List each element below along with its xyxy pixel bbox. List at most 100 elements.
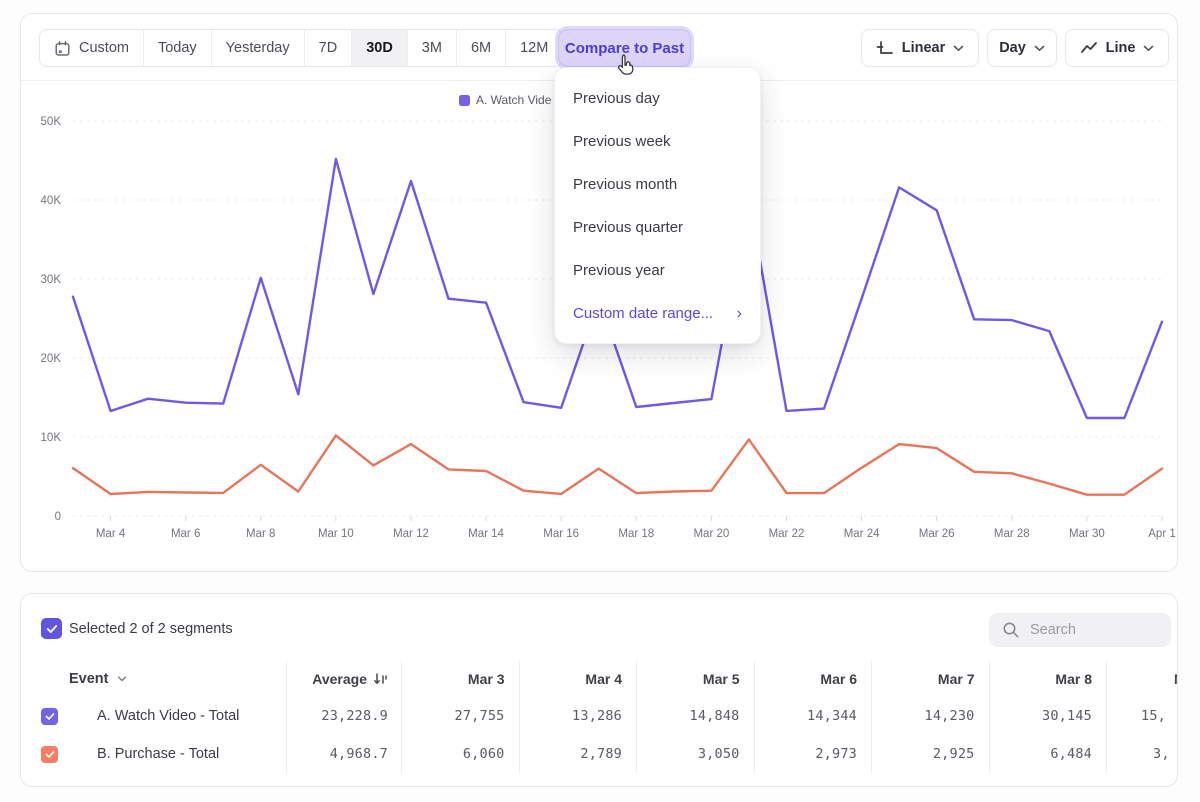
range-button-12m[interactable]: 12M: [505, 30, 562, 66]
search-icon: [1002, 621, 1020, 639]
x-axis-tick-label: Mar 4: [96, 528, 126, 540]
value-cell: 14,230: [871, 697, 989, 735]
x-axis-tick-label: Mar 22: [769, 528, 805, 540]
x-axis-tick-label: Mar 26: [919, 528, 955, 540]
menu-item-previous-day[interactable]: Previous day: [555, 77, 760, 120]
segment-checkbox[interactable]: [41, 708, 58, 725]
segments-search: [989, 613, 1171, 647]
x-axis-tick-label: Mar 10: [318, 528, 354, 540]
segments-card: Selected 2 of 2 segments Event Average M…: [20, 593, 1178, 787]
range-button-30d[interactable]: 30D: [351, 30, 407, 66]
range-button-7d[interactable]: 7D: [304, 30, 352, 66]
table-row: A. Watch Video - Total 23,228.927,75513,2…: [21, 697, 1178, 735]
cursor-pointer-icon: [613, 52, 639, 80]
menu-item-previous-month[interactable]: Previous month: [555, 163, 760, 206]
date-column-header: Mar 8: [989, 661, 1107, 697]
series-line-b: [73, 435, 1162, 494]
x-axis-tick-label: Mar 14: [468, 528, 504, 540]
x-axis-tick-label: Mar 16: [543, 528, 579, 540]
event-cell: A. Watch Video - Total: [21, 708, 286, 724]
y-axis-tick-label: 20K: [41, 353, 62, 365]
x-axis-tick-label: Mar 6: [171, 528, 200, 540]
average-column-header[interactable]: Average: [286, 661, 401, 697]
chevron-down-icon: [1034, 45, 1045, 52]
x-axis-tick-label: Mar 30: [1069, 528, 1105, 540]
event-cell: B. Purchase - Total: [21, 746, 286, 762]
segment-checkbox[interactable]: [41, 746, 58, 763]
value-cell: 6,484: [989, 735, 1107, 773]
chevron-right-icon: ›: [737, 305, 742, 323]
chevron-down-icon: [1143, 45, 1154, 52]
chart-type-dropdown-button[interactable]: Line: [1065, 29, 1169, 67]
value-cell: 6,060: [401, 735, 519, 773]
range-button-today[interactable]: Today: [143, 30, 211, 66]
menu-item-previous-week[interactable]: Previous week: [555, 120, 760, 163]
range-button-6m[interactable]: 6M: [456, 30, 505, 66]
clipped-column-header: M: [1106, 661, 1178, 697]
table-row: B. Purchase - Total 4,968.76,0602,7893,05…: [21, 735, 1178, 773]
chevron-down-icon: [117, 676, 127, 682]
date-column-header: Mar 7: [871, 661, 989, 697]
chevron-down-icon: [953, 45, 964, 52]
date-column-header: Mar 3: [401, 661, 519, 697]
x-axis-tick-label: Mar 20: [693, 528, 729, 540]
date-column-header: Mar 5: [636, 661, 754, 697]
compare-to-past-menu: Previous dayPrevious weekPrevious monthP…: [554, 67, 761, 344]
x-axis-tick-label: Mar 24: [844, 528, 880, 540]
granularity-dropdown-button[interactable]: Day: [987, 29, 1057, 67]
selected-segments-text: Selected 2 of 2 segments: [69, 621, 233, 637]
scale-label: Linear: [902, 40, 946, 56]
chart-card: CustomTodayYesterday7D30D3M6M12M Compare…: [20, 13, 1178, 572]
x-axis-tick-label: Mar 18: [618, 528, 654, 540]
average-cell: 23,228.9: [286, 697, 401, 735]
x-axis-tick-label: Apr 1: [1148, 528, 1176, 540]
range-button-3m[interactable]: 3M: [407, 30, 456, 66]
menu-item-previous-year[interactable]: Previous year: [555, 249, 760, 292]
value-cell: 30,145: [989, 697, 1107, 735]
x-axis-tick-label: Mar 8: [246, 528, 275, 540]
value-cell: 13,286: [519, 697, 637, 735]
scale-dropdown-button[interactable]: Linear: [861, 29, 979, 67]
line-chart-icon: [1080, 39, 1098, 57]
value-cell: 2,973: [754, 735, 872, 773]
value-cell: 27,755: [401, 697, 519, 735]
value-cell: 3,050: [636, 735, 754, 773]
sort-descending-icon: [373, 672, 388, 686]
menu-item-previous-quarter[interactable]: Previous quarter: [555, 206, 760, 249]
select-all-checkbox[interactable]: [41, 618, 62, 639]
segment-label: A. Watch Video - Total: [97, 708, 239, 724]
date-range-control: CustomTodayYesterday7D30D3M6M12M: [39, 29, 563, 67]
y-axis-tick-label: 50K: [41, 116, 62, 128]
chart-legend[interactable]: A. Watch Vide: [459, 93, 551, 107]
check-icon: [45, 750, 55, 759]
segment-label: B. Purchase - Total: [97, 746, 219, 762]
y-axis-tick-label: 30K: [41, 274, 62, 286]
y-axis-tick-label: 40K: [41, 195, 62, 207]
clipped-value-cell: 15,: [1106, 697, 1178, 735]
check-icon: [46, 624, 58, 634]
value-cell: 2,925: [871, 735, 989, 773]
calendar-icon: [54, 40, 71, 57]
granularity-label: Day: [999, 40, 1026, 56]
table-header-row: Event Average Mar 3Mar 4Mar 5Mar 6Mar 7M…: [21, 661, 1178, 697]
x-axis-tick-label: Mar 28: [994, 528, 1030, 540]
check-icon: [45, 712, 55, 721]
date-column-header: Mar 4: [519, 661, 637, 697]
y-axis-tick-label: 10K: [41, 432, 62, 444]
legend-swatch-watch-video: [459, 95, 470, 106]
linear-axis-icon: [876, 39, 894, 57]
chart-type-label: Line: [1106, 40, 1136, 56]
value-cell: 14,344: [754, 697, 872, 735]
range-button-yesterday[interactable]: Yesterday: [211, 30, 304, 66]
clipped-value-cell: 3,: [1106, 735, 1178, 773]
value-cell: 2,789: [519, 735, 637, 773]
search-input[interactable]: [1030, 622, 1160, 638]
range-button-custom[interactable]: Custom: [40, 30, 143, 66]
event-column-header[interactable]: Event: [21, 671, 286, 687]
value-cell: 14,848: [636, 697, 754, 735]
menu-item-custom-date-range[interactable]: Custom date range... ›: [555, 292, 760, 335]
date-column-header: Mar 6: [754, 661, 872, 697]
segments-table: Event Average Mar 3Mar 4Mar 5Mar 6Mar 7M…: [21, 661, 1178, 773]
legend-label: A. Watch Vide: [476, 93, 551, 107]
average-cell: 4,968.7: [286, 735, 401, 773]
